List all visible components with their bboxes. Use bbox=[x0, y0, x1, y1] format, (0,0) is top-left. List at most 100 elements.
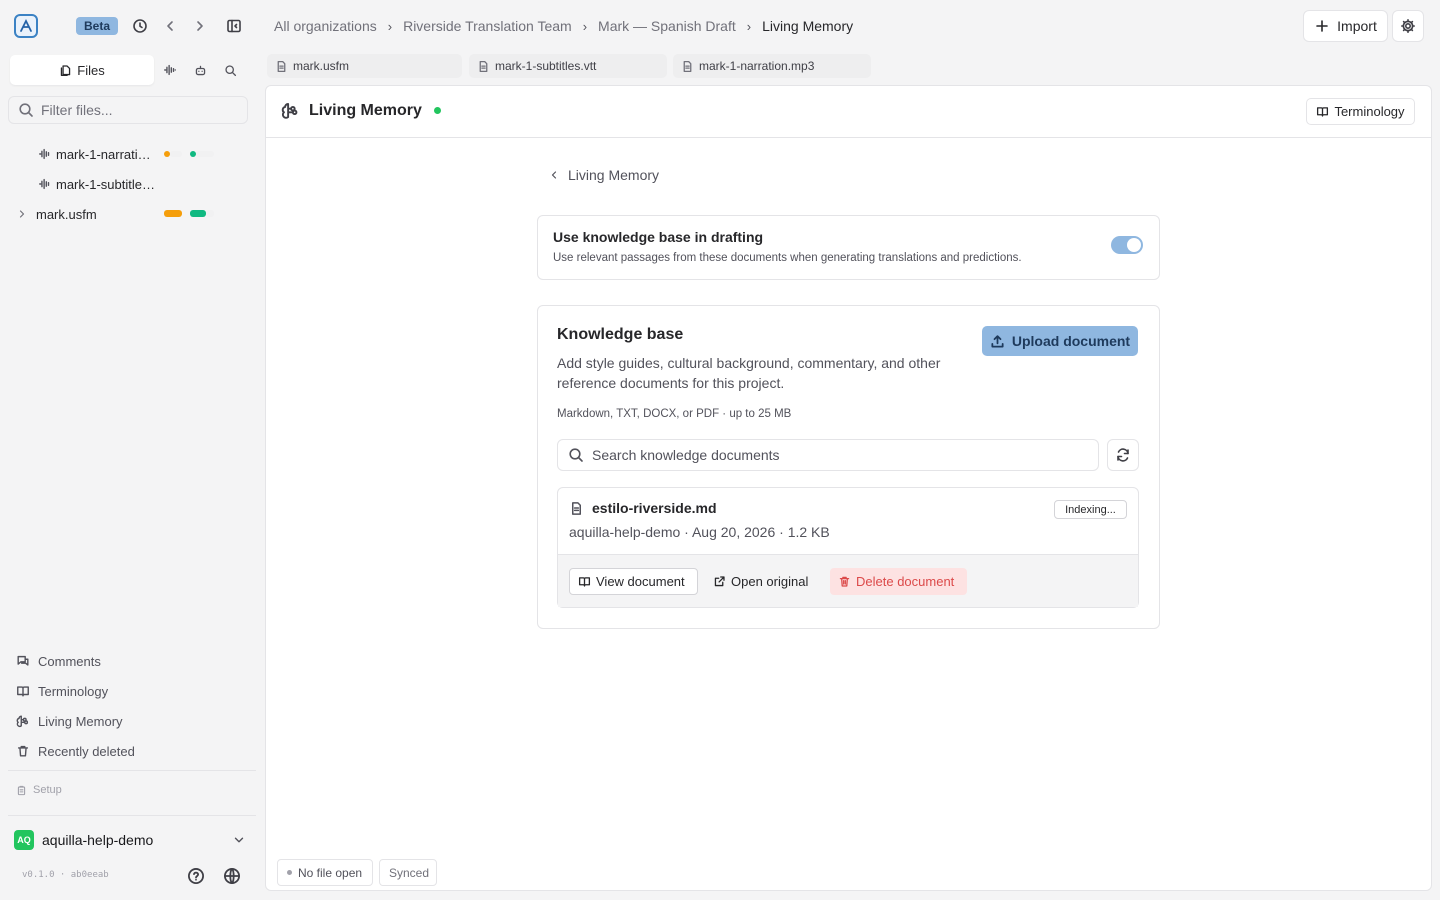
file-status-chip: No file open bbox=[277, 859, 373, 886]
tab-document-subtitles[interactable]: mark-1-subtitles.vtt bbox=[469, 54, 667, 78]
breadcrumb-item[interactable]: All organizations bbox=[274, 18, 377, 34]
file-item-subtitles[interactable]: mark-1-subtitles… bbox=[16, 172, 216, 196]
filter-files-input[interactable] bbox=[41, 102, 241, 118]
tab-document-usfm[interactable]: mark.usfm bbox=[267, 54, 462, 78]
beta-badge: Beta bbox=[76, 17, 119, 35]
gear-icon bbox=[1401, 19, 1415, 33]
plus-icon bbox=[1316, 20, 1328, 32]
brain-icon bbox=[16, 715, 29, 728]
file-item-usfm[interactable]: mark.usfm bbox=[16, 202, 216, 226]
search-icon bbox=[19, 103, 33, 117]
status-badge: Indexing... bbox=[1054, 500, 1127, 519]
file-name: mark.usfm bbox=[36, 206, 97, 222]
breadcrumb: All organizations › Riverside Translatio… bbox=[274, 17, 853, 35]
forward-arrow-icon[interactable] bbox=[191, 17, 209, 35]
tab-search[interactable] bbox=[215, 55, 245, 85]
open-original-label: Open original bbox=[731, 574, 809, 589]
book-open-icon bbox=[578, 577, 591, 587]
document-meta: aquilla-help-demo · Aug 20, 2026 · 1.2 K… bbox=[569, 524, 830, 540]
refresh-icon bbox=[1117, 448, 1129, 462]
tab-document-narration[interactable]: mark-1-narration.mp3 bbox=[673, 54, 871, 78]
sidebar-item-comments[interactable]: Comments bbox=[16, 650, 101, 672]
sidebar-item-terminology[interactable]: Terminology bbox=[16, 680, 108, 702]
chevron-left-icon bbox=[551, 171, 557, 179]
tab-files-label: Files bbox=[77, 62, 105, 78]
history-icon[interactable] bbox=[131, 17, 149, 35]
sidebar-toggle-icon[interactable] bbox=[225, 17, 243, 35]
view-document-button[interactable]: View document bbox=[569, 568, 698, 595]
setup-section[interactable]: Setup bbox=[16, 784, 62, 796]
toggle-knob bbox=[1127, 238, 1141, 252]
sidebar-tabs: Files bbox=[10, 55, 248, 85]
file-name: mark-1-subtitles… bbox=[56, 176, 158, 192]
back-link-label: Living Memory bbox=[568, 167, 660, 183]
back-link[interactable]: Living Memory bbox=[548, 167, 659, 183]
translation-status-track bbox=[170, 151, 182, 157]
breadcrumb-separator: › bbox=[387, 18, 393, 34]
setting-title: Use knowledge base in drafting bbox=[553, 229, 764, 245]
brain-icon bbox=[281, 103, 298, 119]
setting-description: Use relevant passages from these documen… bbox=[553, 252, 1022, 264]
sidebar-divider bbox=[8, 815, 256, 816]
sidebar-item-label: Recently deleted bbox=[38, 743, 135, 759]
tab-audio[interactable] bbox=[155, 55, 185, 85]
waveform-icon bbox=[39, 178, 50, 190]
waveform-icon bbox=[164, 64, 176, 76]
sidebar-item-recently-deleted[interactable]: Recently deleted bbox=[16, 740, 135, 762]
tab-assistant[interactable] bbox=[185, 55, 215, 85]
trash-icon bbox=[17, 745, 29, 757]
terminology-button-label: Terminology bbox=[1334, 104, 1405, 119]
sync-status-label: Synced bbox=[389, 865, 430, 880]
kb-title: Knowledge base bbox=[557, 326, 684, 343]
organization-switcher[interactable]: AQ aquilla-help-demo bbox=[14, 829, 246, 851]
status-dot bbox=[287, 870, 292, 875]
refresh-button[interactable] bbox=[1107, 439, 1139, 471]
book-open-icon bbox=[17, 686, 29, 697]
settings-button[interactable] bbox=[1392, 10, 1424, 42]
upload-document-button[interactable]: Upload document bbox=[982, 326, 1138, 356]
kb-description-line: Add style guides, cultural background, c… bbox=[557, 355, 941, 371]
review-status-track bbox=[206, 210, 214, 217]
page-title-text: Living Memory bbox=[309, 101, 422, 119]
delete-document-button[interactable]: Delete document bbox=[830, 568, 967, 595]
app-version: v0.1.0 · ab0eeab bbox=[22, 870, 109, 880]
setup-label: Setup bbox=[33, 784, 62, 796]
tab-label: mark-1-narration.mp3 bbox=[699, 59, 815, 73]
breadcrumb-separator: › bbox=[582, 18, 588, 34]
chevron-right-icon[interactable] bbox=[16, 208, 28, 220]
document-title-row: estilo-riverside.md bbox=[569, 500, 717, 516]
help-icon[interactable] bbox=[187, 867, 205, 885]
file-item-narration[interactable]: mark-1-narratio… bbox=[16, 142, 216, 166]
sync-status-chip: Synced bbox=[379, 859, 437, 886]
file-status-label: No file open bbox=[298, 865, 363, 880]
comments-icon bbox=[17, 655, 29, 666]
document-name[interactable]: estilo-riverside.md bbox=[592, 500, 717, 516]
back-arrow-icon[interactable] bbox=[161, 17, 179, 35]
tab-files[interactable]: Files bbox=[10, 55, 154, 85]
sidebar-item-label: Comments bbox=[38, 653, 101, 669]
search-documents-input[interactable] bbox=[592, 447, 1072, 463]
import-label: Import bbox=[1337, 18, 1377, 34]
book-open-icon bbox=[1317, 107, 1329, 117]
sidebar-item-label: Living Memory bbox=[38, 713, 123, 729]
search-documents-field[interactable] bbox=[557, 439, 1099, 471]
filter-files-field[interactable] bbox=[8, 96, 248, 124]
kb-description: Add style guides, cultural background, c… bbox=[557, 353, 940, 393]
app-logo[interactable] bbox=[14, 14, 38, 38]
terminology-button[interactable]: Terminology bbox=[1306, 98, 1415, 125]
upload-button-label: Upload document bbox=[1011, 333, 1131, 349]
breadcrumb-item[interactable]: Riverside Translation Team bbox=[403, 18, 572, 34]
tab-label: mark.usfm bbox=[293, 59, 350, 73]
file-text-icon bbox=[572, 501, 581, 515]
import-button[interactable]: Import bbox=[1303, 10, 1388, 42]
globe-icon[interactable] bbox=[223, 867, 241, 885]
search-icon bbox=[569, 448, 583, 462]
breadcrumb-item[interactable]: Mark — Spanish Draft bbox=[598, 18, 736, 34]
review-status-indicator bbox=[190, 210, 206, 217]
delete-document-label: Delete document bbox=[856, 574, 955, 589]
review-status-track bbox=[190, 181, 214, 187]
view-document-label: View document bbox=[596, 574, 685, 589]
open-original-button[interactable]: Open original bbox=[705, 568, 823, 595]
sidebar-item-living-memory[interactable]: Living Memory bbox=[16, 710, 123, 732]
file-name: mark-1-narratio… bbox=[56, 146, 154, 162]
